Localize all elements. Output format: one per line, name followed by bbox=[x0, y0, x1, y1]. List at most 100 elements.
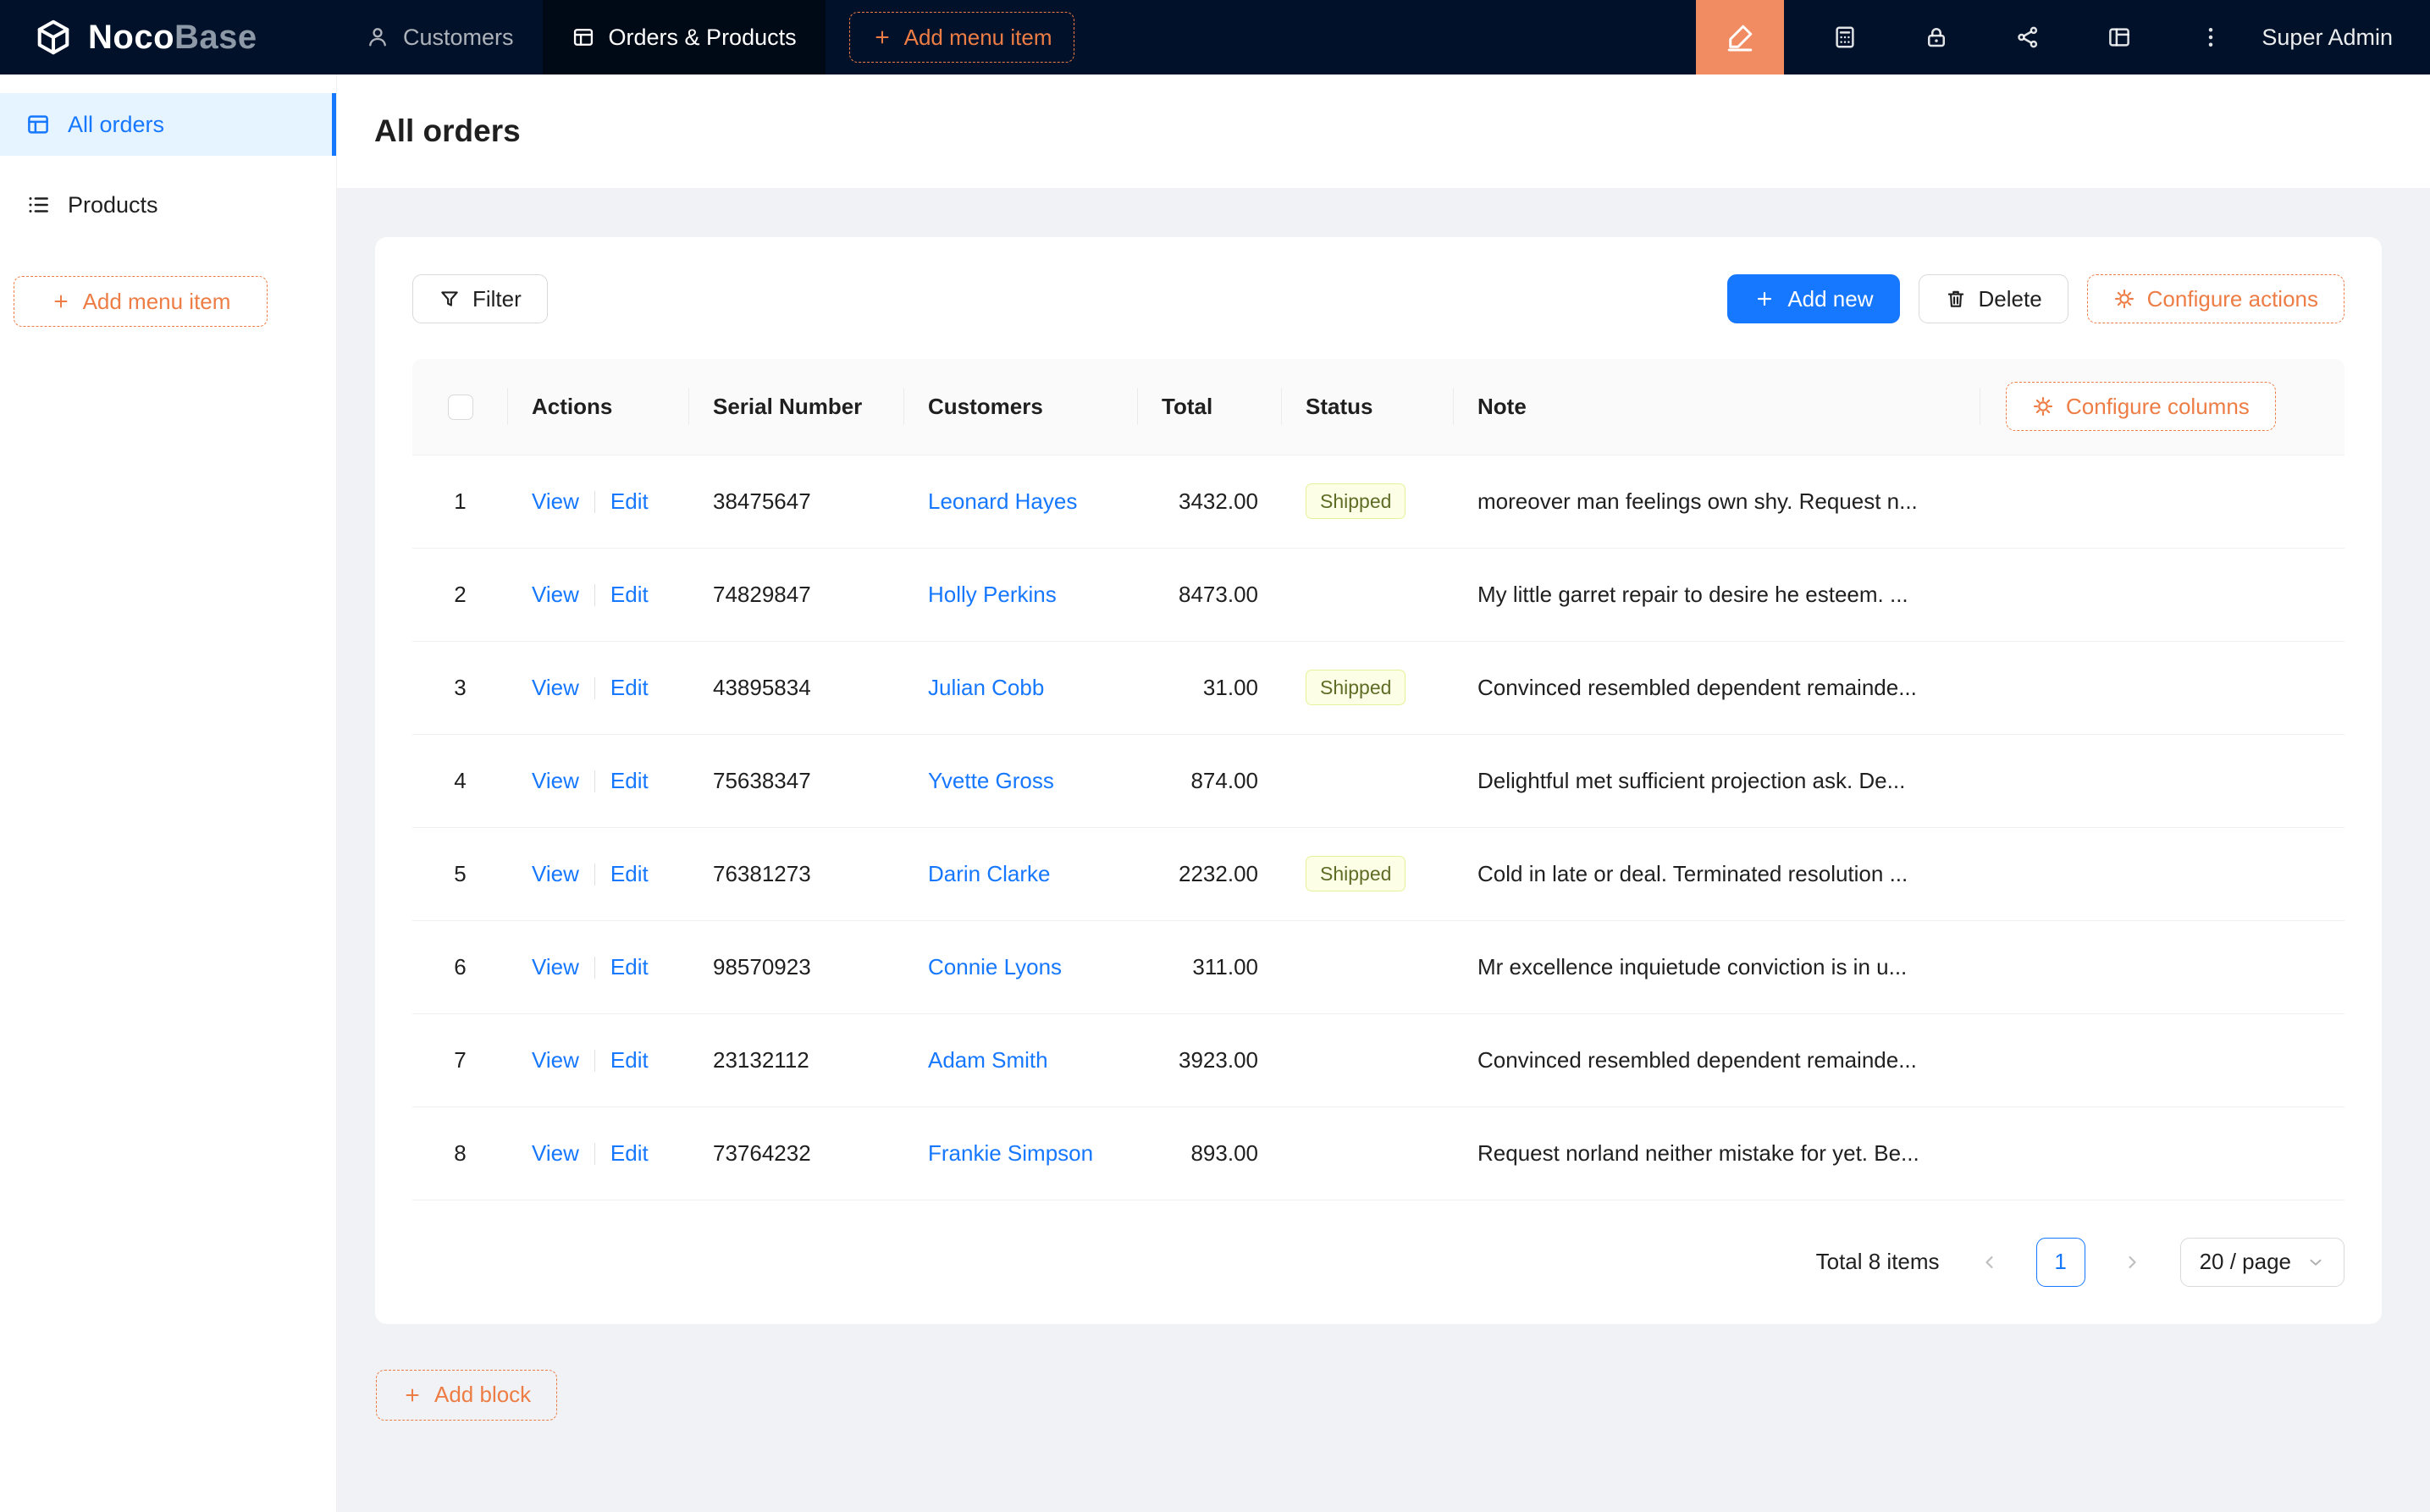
note-cell: My little garret repair to desire he est… bbox=[1454, 548, 1980, 641]
row-index: 8 bbox=[454, 1140, 466, 1166]
pagination-page-1[interactable]: 1 bbox=[2036, 1238, 2085, 1287]
lock-icon bbox=[1924, 25, 1949, 50]
customer-link[interactable]: Frankie Simpson bbox=[928, 1140, 1093, 1166]
table-header-row: Actions Serial Number Customers Total St… bbox=[412, 359, 2344, 455]
view-link[interactable]: View bbox=[532, 1140, 579, 1166]
column-header-customers: Customers bbox=[904, 359, 1138, 455]
add-menu-item-button-sidebar[interactable]: Add menu item bbox=[14, 276, 268, 327]
customer-link[interactable]: Holly Perkins bbox=[928, 582, 1057, 607]
user-menu[interactable]: Super Admin bbox=[2262, 25, 2393, 51]
view-link[interactable]: View bbox=[532, 768, 579, 793]
page-size-value: 20 / page bbox=[2200, 1249, 2291, 1275]
nav-tab-customers[interactable]: Customers bbox=[337, 0, 543, 74]
status-tag: Shipped bbox=[1306, 483, 1406, 519]
view-link[interactable]: View bbox=[532, 954, 579, 979]
row-index: 6 bbox=[454, 954, 466, 979]
content-area: Filter Add new Delete bbox=[337, 188, 2430, 1512]
ui-editor-button[interactable] bbox=[1696, 0, 1784, 74]
add-menu-item-button-header[interactable]: Add menu item bbox=[849, 12, 1075, 63]
main-area: All orders Filter Add new bbox=[337, 74, 2430, 1512]
configure-columns-button[interactable]: Configure columns bbox=[2006, 382, 2276, 431]
calculator-icon-button[interactable] bbox=[1818, 10, 1872, 64]
column-header-total: Total bbox=[1138, 359, 1282, 455]
row-index: 3 bbox=[454, 675, 466, 700]
view-link[interactable]: View bbox=[532, 675, 579, 700]
page-title: All orders bbox=[374, 113, 521, 149]
column-header-actions: Actions bbox=[508, 359, 689, 455]
customer-link[interactable]: Connie Lyons bbox=[928, 954, 1062, 979]
gear-icon bbox=[2113, 288, 2135, 310]
sidebar-item-products[interactable]: Products bbox=[0, 174, 336, 236]
divider bbox=[594, 864, 595, 886]
highlighter-icon bbox=[1725, 22, 1755, 52]
total-cell: 311.00 bbox=[1138, 920, 1282, 1013]
edit-link[interactable]: Edit bbox=[610, 861, 649, 886]
divider bbox=[594, 770, 595, 792]
divider bbox=[594, 1143, 595, 1165]
plus-icon bbox=[872, 27, 892, 47]
share-network-icon bbox=[2015, 25, 2041, 50]
pagination-prev-button[interactable] bbox=[1965, 1238, 2014, 1287]
nav-tab-label: Customers bbox=[403, 25, 514, 51]
form-table-icon bbox=[572, 25, 595, 49]
layout-icon-button[interactable] bbox=[2092, 10, 2146, 64]
add-new-button[interactable]: Add new bbox=[1727, 274, 1899, 323]
note-cell: Convinced resembled dependent remainde..… bbox=[1454, 1013, 1980, 1106]
orders-table-block: Filter Add new Delete bbox=[375, 237, 2382, 1324]
share-icon-button[interactable] bbox=[2001, 10, 2055, 64]
serial-number-cell: 73764232 bbox=[689, 1106, 904, 1200]
select-all-checkbox[interactable] bbox=[448, 395, 473, 420]
pagination-next-button[interactable] bbox=[2107, 1238, 2157, 1287]
row-index: 5 bbox=[454, 861, 466, 886]
sidebar-item-label: Products bbox=[68, 192, 158, 218]
customer-link[interactable]: Adam Smith bbox=[928, 1047, 1048, 1073]
calculator-icon bbox=[1832, 25, 1858, 50]
customer-link[interactable]: Darin Clarke bbox=[928, 861, 1051, 886]
edit-link[interactable]: Edit bbox=[610, 582, 649, 607]
table-row: 5 ViewEdit 76381273 Darin Clarke 2232.00… bbox=[412, 827, 2344, 920]
total-cell: 31.00 bbox=[1138, 641, 1282, 734]
edit-link[interactable]: Edit bbox=[610, 1140, 649, 1166]
customer-link[interactable]: Julian Cobb bbox=[928, 675, 1044, 700]
pagination-total: Total 8 items bbox=[1816, 1249, 1940, 1275]
table-row: 4 ViewEdit 75638347 Yvette Gross 874.00 … bbox=[412, 734, 2344, 827]
edit-link[interactable]: Edit bbox=[610, 954, 649, 979]
vertical-ellipsis-icon bbox=[2198, 25, 2223, 50]
sidebar-item-all-orders[interactable]: All orders bbox=[0, 93, 336, 156]
view-link[interactable]: View bbox=[532, 1047, 579, 1073]
add-block-button[interactable]: Add block bbox=[376, 1370, 557, 1421]
page-size-select[interactable]: 20 / page bbox=[2180, 1238, 2344, 1287]
view-link[interactable]: View bbox=[532, 861, 579, 886]
logo[interactable]: NocoBase bbox=[0, 18, 337, 57]
row-index: 4 bbox=[454, 768, 466, 793]
person-icon bbox=[366, 25, 389, 49]
logo-text: NocoBase bbox=[88, 19, 257, 57]
view-link[interactable]: View bbox=[532, 582, 579, 607]
total-cell: 874.00 bbox=[1138, 734, 1282, 827]
filter-button[interactable]: Filter bbox=[412, 274, 548, 323]
status-tag: Shipped bbox=[1306, 856, 1406, 891]
customer-link[interactable]: Yvette Gross bbox=[928, 768, 1054, 793]
total-cell: 2232.00 bbox=[1138, 827, 1282, 920]
note-cell: Convinced resembled dependent remainde..… bbox=[1454, 641, 1980, 734]
table-row: 2 ViewEdit 74829847 Holly Perkins 8473.0… bbox=[412, 548, 2344, 641]
lock-icon-button[interactable] bbox=[1909, 10, 1963, 64]
table-row: 3 ViewEdit 43895834 Julian Cobb 31.00 Sh… bbox=[412, 641, 2344, 734]
plus-icon bbox=[51, 291, 71, 312]
table-row: 6 ViewEdit 98570923 Connie Lyons 311.00 … bbox=[412, 920, 2344, 1013]
total-cell: 3432.00 bbox=[1138, 455, 1282, 548]
nav-tab-orders-products[interactable]: Orders & Products bbox=[543, 0, 826, 74]
edit-link[interactable]: Edit bbox=[610, 675, 649, 700]
customer-link[interactable]: Leonard Hayes bbox=[928, 488, 1077, 514]
more-icon-button[interactable] bbox=[2184, 10, 2238, 64]
note-cell: moreover man feelings own shy. Request n… bbox=[1454, 455, 1980, 548]
edit-link[interactable]: Edit bbox=[610, 768, 649, 793]
view-link[interactable]: View bbox=[532, 488, 579, 514]
delete-button[interactable]: Delete bbox=[1919, 274, 2068, 323]
status-tag: Shipped bbox=[1306, 670, 1406, 705]
edit-link[interactable]: Edit bbox=[610, 488, 649, 514]
divider bbox=[594, 677, 595, 699]
edit-link[interactable]: Edit bbox=[610, 1047, 649, 1073]
chevron-right-icon bbox=[2122, 1252, 2142, 1272]
configure-actions-button[interactable]: Configure actions bbox=[2087, 274, 2344, 323]
